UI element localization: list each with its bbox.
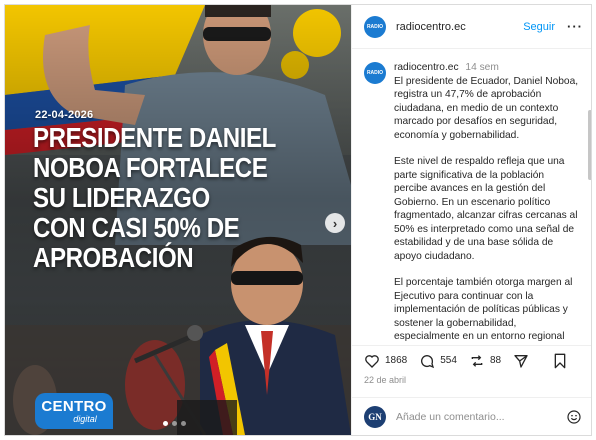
header-username[interactable]: radiocentro.ec (396, 21, 466, 33)
repost-action[interactable]: 88 (469, 353, 501, 369)
caption-paragraph: El porcentaje también otorga margen al E… (394, 277, 573, 342)
account-avatar[interactable]: RADIO (364, 15, 386, 38)
logo-line1: CENTRO (41, 397, 107, 415)
comment-input[interactable] (396, 410, 546, 423)
comment-action[interactable]: 554 (419, 353, 457, 369)
share-icon (514, 354, 528, 368)
headline-line: CON CASI 50% DE (33, 212, 240, 243)
share-action[interactable] (513, 353, 534, 369)
carousel-dot[interactable] (172, 421, 177, 426)
like-action[interactable]: 1868 (364, 353, 407, 369)
post-side-panel: RADIO radiocentro.ec Seguir ··· RADIO ra… (351, 5, 591, 435)
caption-paragraph: Este nivel de respaldo refleja que una p… (394, 156, 578, 262)
repost-icon (471, 354, 483, 367)
post-window: 22-04-2026 PRESIDENTE DANIEL NOBOA FORTA… (4, 4, 592, 436)
caption-scrollbar[interactable] (588, 110, 591, 180)
heart-icon (365, 354, 379, 368)
carousel-dot[interactable] (181, 421, 186, 426)
repost-count[interactable]: 88 (490, 355, 501, 366)
save-action[interactable] (553, 353, 572, 369)
comment-count[interactable]: 554 (440, 355, 457, 366)
logo-line2: digital (73, 413, 97, 424)
bookmark-icon (554, 353, 566, 368)
centro-digital-logo: CENTRO digital (35, 393, 113, 429)
headline-line: NOBOA FORTALECE (33, 152, 268, 183)
user-avatar[interactable]: GN (364, 405, 386, 428)
caption-paragraph: El presidente de Ecuador, Daniel Noboa, … (394, 75, 579, 141)
post-header: RADIO radiocentro.ec Seguir ··· (352, 5, 591, 49)
caption-username[interactable]: radiocentro.ec (394, 62, 459, 73)
carousel-dots (163, 421, 186, 426)
carousel-next-button[interactable]: › (325, 213, 345, 233)
comment-icon (421, 354, 435, 368)
media-headline: PRESIDENTE DANIEL NOBOA FORTALECE SU LID… (33, 122, 276, 273)
headline-line: SU LIDERAZGO (33, 182, 210, 213)
headline-line: PRESIDENTE DANIEL (33, 122, 276, 153)
caption-time: 14 sem (465, 62, 499, 73)
post-media[interactable]: 22-04-2026 PRESIDENTE DANIEL NOBOA FORTA… (5, 5, 351, 435)
headline-line: APROBACIÓN (33, 242, 194, 273)
caption-area: RADIO radiocentro.ec 14 sem El president… (352, 50, 591, 344)
emoji-icon[interactable] (566, 409, 582, 425)
post-date: 22 de abril (364, 375, 407, 385)
like-count[interactable]: 1868 (385, 355, 407, 366)
media-date: 22-04-2026 (35, 109, 94, 121)
comment-row: GN (352, 397, 591, 435)
more-horizontal-icon[interactable]: ··· (567, 19, 583, 34)
caption-body: radiocentro.ec 14 sem El presidente de E… (394, 61, 580, 344)
follow-button[interactable]: Seguir (523, 21, 555, 33)
carousel-dot[interactable] (163, 421, 168, 426)
chevron-right-icon: › (332, 215, 338, 231)
post-actions: 1868 554 88 (352, 345, 591, 375)
caption-avatar[interactable]: RADIO (364, 62, 386, 84)
